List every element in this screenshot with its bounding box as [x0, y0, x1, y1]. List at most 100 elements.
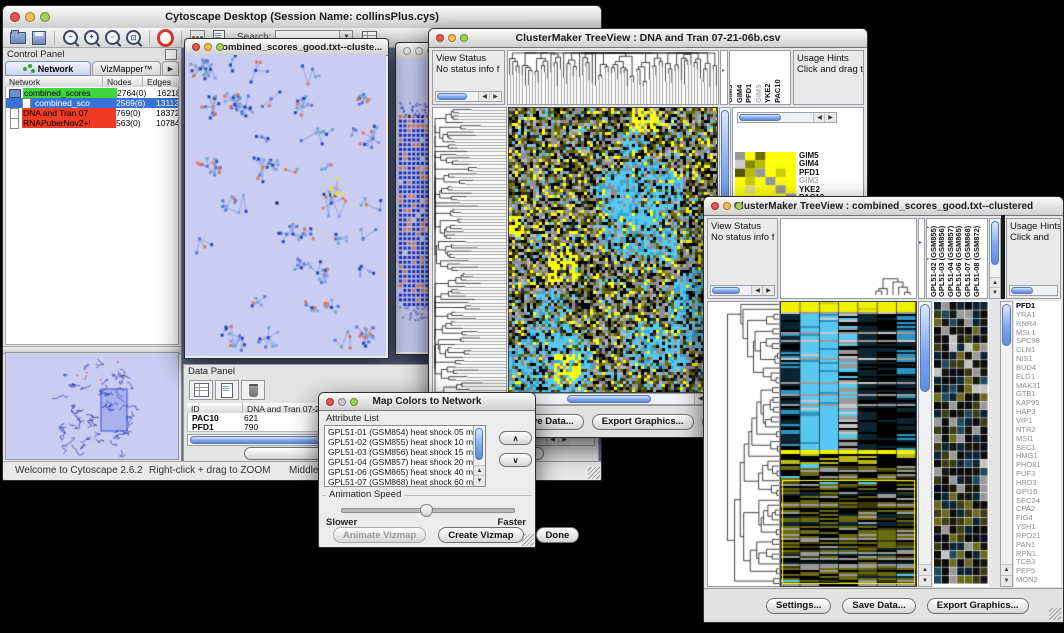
gene-label[interactable]: TCB3 [1016, 558, 1061, 567]
network-tree-row[interactable]: combined_sco2569(6)13112(15) [6, 98, 178, 108]
scroll-right-arrow[interactable]: ▶ [489, 92, 501, 101]
minimize-icon[interactable] [415, 47, 423, 55]
network-view-canvas-1[interactable] [185, 55, 386, 356]
tab-network[interactable]: Network [5, 61, 91, 76]
data-column-id[interactable]: ID [187, 403, 243, 413]
gene-label[interactable]: RPN1 [1016, 550, 1061, 559]
export-graphics-button[interactable]: Export Graphics... [592, 414, 694, 430]
strip-arrow-icon[interactable]: ▸ [919, 239, 922, 246]
gene-label[interactable]: PFD1 [1016, 302, 1061, 311]
gene-label[interactable]: HRD3 [1016, 479, 1061, 488]
slider-thumb[interactable] [420, 504, 433, 517]
close-icon[interactable] [403, 47, 411, 55]
tv2-heatmap-vertical-scrollbar[interactable]: ▲ ▼ [918, 301, 932, 587]
zoom-out-icon[interactable]: − [62, 29, 79, 46]
table-grid-icon[interactable] [189, 380, 213, 400]
zoom-window-icon[interactable] [216, 43, 224, 51]
gene-label[interactable]: GTB1 [1016, 390, 1061, 399]
scroll-up-arrow[interactable]: ▲ [1001, 564, 1012, 575]
new-document-icon[interactable] [215, 380, 239, 400]
trash-icon[interactable] [241, 380, 265, 400]
create-vizmap-button[interactable]: Create Vizmap [438, 527, 523, 543]
tv2-labels-scrollbar[interactable]: ▲ ▼ [989, 218, 1001, 299]
gene-label[interactable]: NIS1 [1016, 355, 1061, 364]
zoom-window-icon[interactable] [460, 34, 468, 42]
gene-label[interactable]: KAP95 [1016, 399, 1061, 408]
gene-label[interactable]: ELG1 [1016, 373, 1061, 382]
help-icon[interactable] [157, 29, 174, 46]
gene-label[interactable]: MAK31 [1016, 382, 1061, 391]
attribute-list-item[interactable]: GPL51-04 (GSM857) heat shock 20 min [325, 457, 473, 467]
scrollbar-thumb[interactable] [920, 304, 930, 392]
gene-label[interactable]: PEP5 [1016, 567, 1061, 576]
zoom-fit-icon[interactable]: ⊡ [125, 29, 142, 46]
scrollbar-thumb[interactable] [437, 93, 467, 100]
attribute-list-item[interactable]: GPL51-07 (GSM868) heat shock 60 min [325, 477, 473, 487]
float-panel-icon[interactable] [165, 49, 177, 60]
minimize-icon[interactable] [204, 43, 212, 51]
gene-label[interactable]: HAP3 [1016, 408, 1061, 417]
tv1-column-dendrogram[interactable] [507, 50, 719, 105]
scroll-down-arrow[interactable]: ▼ [1001, 575, 1012, 586]
minimize-icon[interactable] [723, 202, 731, 210]
open-network-icon[interactable] [9, 29, 26, 46]
tab-vizmapper[interactable]: VizMapper™ [92, 61, 161, 76]
minimize-icon[interactable] [338, 398, 346, 406]
gene-label[interactable]: CLN1 [1016, 346, 1061, 355]
gene-label[interactable]: SPC98 [1016, 337, 1061, 346]
save-session-icon[interactable] [30, 29, 47, 46]
window1-title-bar[interactable]: combined_scores_good.txt--cluste... [185, 39, 388, 56]
attribute-list-item[interactable]: GPL51-03 (GSM856) heat shock 15 min [325, 447, 473, 457]
attribute-listbox[interactable]: GPL51-01 (GSM854) heat shock 05 minGPL51… [324, 425, 486, 487]
main-title-bar[interactable]: Cytoscape Desktop (Session Name: collins… [3, 6, 601, 29]
scroll-right-arrow[interactable]: ▶ [824, 113, 836, 122]
treeview2-resize-grip[interactable] [1049, 608, 1061, 620]
tv2-heatmap[interactable] [780, 301, 917, 587]
gene-label[interactable]: BUD4 [1016, 364, 1061, 373]
scroll-down-arrow[interactable]: ▼ [919, 575, 931, 586]
tv2-status-scrollbar[interactable]: ◀ ▶ [710, 285, 775, 296]
scrollbar-thumb[interactable] [739, 114, 781, 121]
gene-label[interactable]: YSH1 [1016, 523, 1061, 532]
gene-label[interactable]: CPA2 [1016, 505, 1061, 514]
gene-label[interactable]: MSI1 [1016, 435, 1061, 444]
attribute-list-item[interactable]: GPL51-02 (GSM855) heat shock 10 min [325, 437, 473, 447]
gene-label[interactable]: RNR4 [1016, 320, 1061, 329]
gene-label[interactable]: NTR2 [1016, 426, 1061, 435]
attribute-list-scrollbar[interactable]: ▲ ▼ [473, 426, 485, 486]
scrollbar-thumb[interactable] [567, 395, 651, 403]
network-tree-row[interactable]: DNA and Tran 07769(0)183728(0) [6, 108, 178, 118]
tv1-splitter-strip[interactable]: ▸ [720, 50, 728, 105]
tv1-row-dendrogram[interactable] [432, 107, 507, 405]
strip-arrow-icon[interactable]: ▸ [722, 67, 725, 74]
tv1-zoom-matrix[interactable] [735, 152, 796, 202]
scroll-down-arrow[interactable]: ▼ [474, 475, 485, 486]
network-tree-row[interactable]: combined_scores2764(0)16218(0) [6, 88, 178, 98]
close-icon[interactable] [10, 12, 20, 22]
zoom-in-icon[interactable]: + [83, 29, 100, 46]
scrollbar-thumb[interactable] [1011, 287, 1033, 294]
scrollbar-thumb[interactable] [475, 428, 483, 460]
gene-label[interactable]: SEC1 [1016, 444, 1061, 453]
treeview1-title-bar[interactable]: ClusterMaker TreeView : DNA and Tran 07-… [429, 29, 867, 48]
zoom-window-icon[interactable] [40, 12, 50, 22]
tab-overflow-arrow[interactable]: ▶ [162, 61, 179, 76]
scrollbar-thumb[interactable] [991, 221, 999, 265]
settings-button[interactable]: Settings... [766, 598, 831, 614]
minimize-icon[interactable] [25, 12, 35, 22]
tv1-heatmap-horizontal-scrollbar[interactable]: ◀ ▶ [508, 393, 718, 405]
tv2-row-dendrogram[interactable] [707, 301, 780, 587]
network-tree-row[interactable]: RNAPuberNov2+!563(0)107847(0) [6, 118, 178, 128]
close-icon[interactable] [192, 43, 200, 51]
gene-label[interactable]: PHO81 [1016, 461, 1061, 470]
zoom-selected-icon[interactable]: ▫ [104, 29, 121, 46]
attribute-list-item[interactable]: GPL51-06 (GSM865) heat shock 40 min [325, 467, 473, 477]
animation-speed-slider[interactable] [341, 508, 515, 513]
tv2-usage-scrollbar[interactable] [1009, 285, 1058, 296]
tv1-status-scrollbar[interactable]: ◀ ▶ [435, 91, 502, 102]
network-overview-panel[interactable] [5, 352, 179, 460]
scroll-down-arrow[interactable]: ▼ [990, 287, 1000, 298]
close-icon[interactable] [436, 34, 444, 42]
treeview2-title-bar[interactable]: ClusterMaker TreeView : combined_scores_… [704, 197, 1063, 216]
tv1-heatmap[interactable] [508, 107, 718, 393]
